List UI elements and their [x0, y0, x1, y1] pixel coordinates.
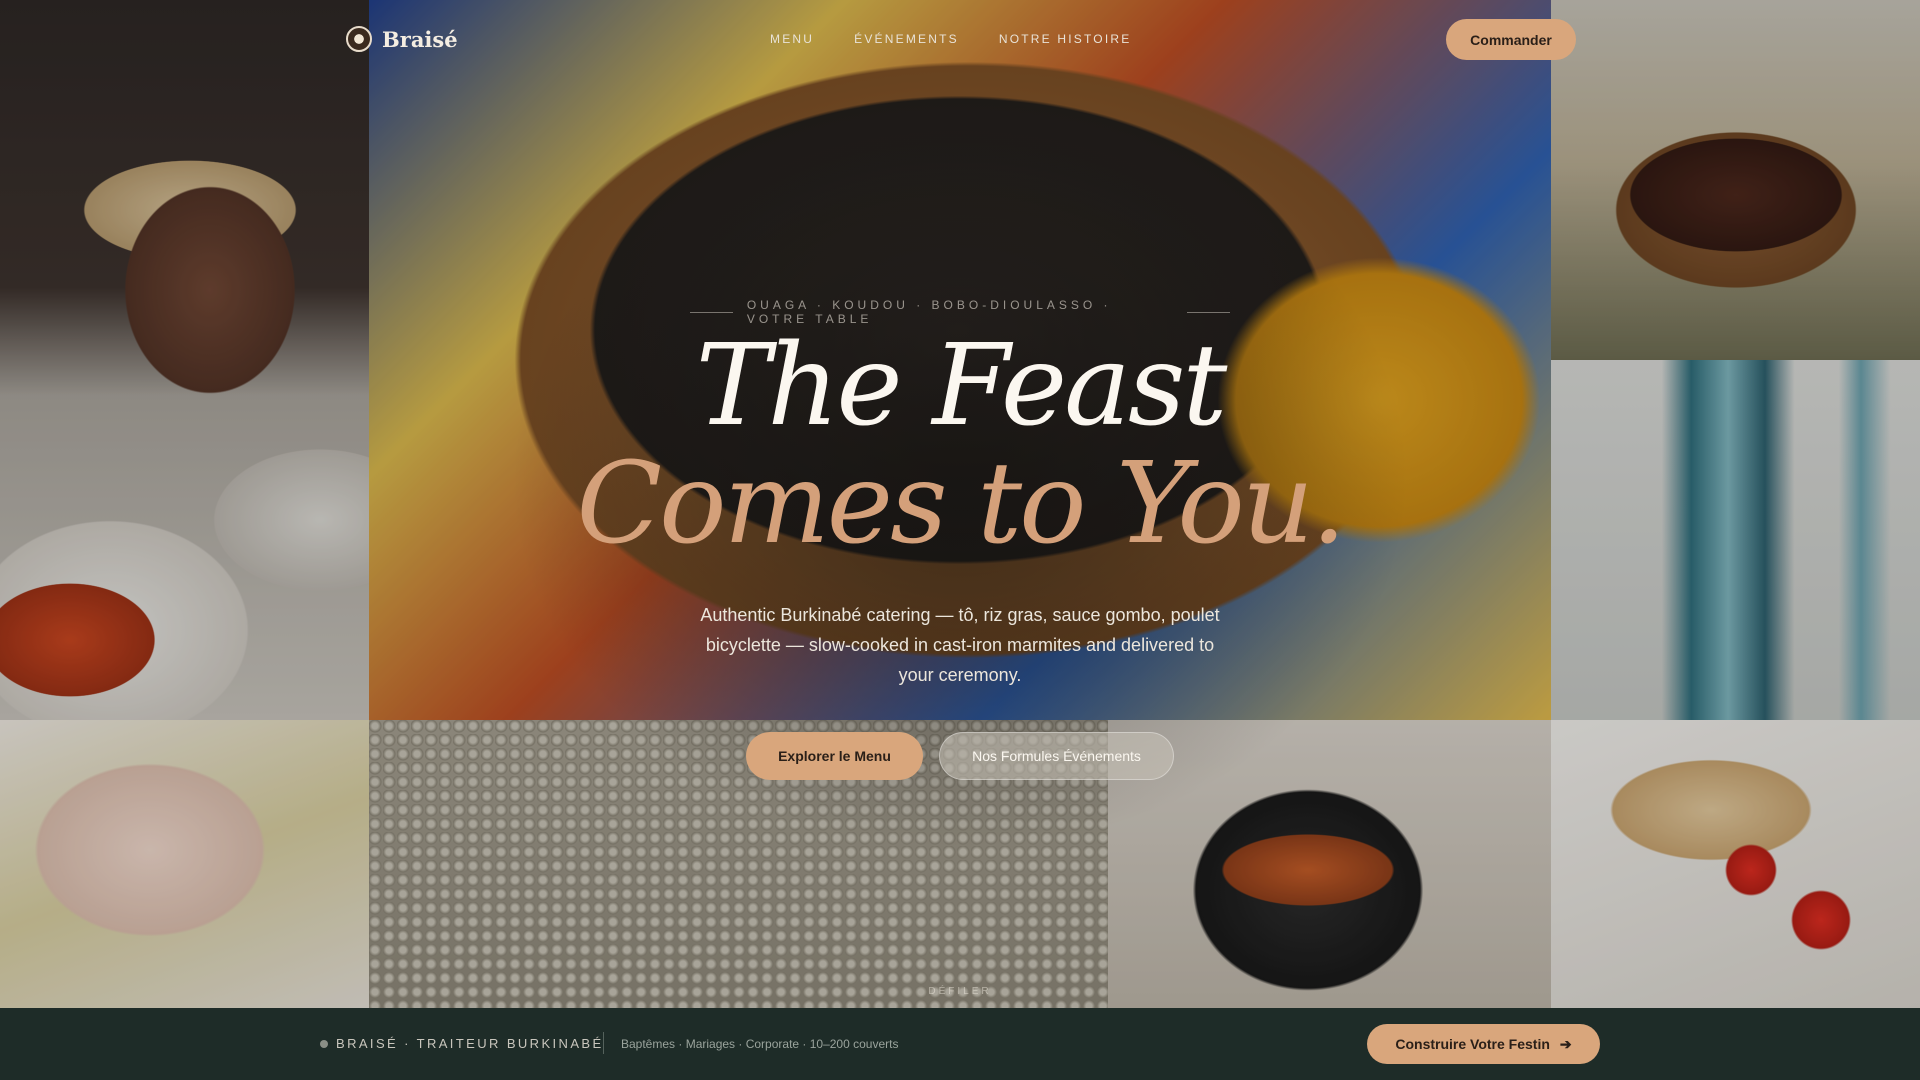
- logo-icon: [346, 26, 372, 52]
- bar-divider: [603, 1032, 604, 1054]
- nav-item-menu[interactable]: MENU: [770, 32, 814, 46]
- hero-description: Authentic Burkinabé catering — tô, riz g…: [700, 605, 1220, 685]
- eyebrow-rule-left: [690, 311, 733, 313]
- eyebrow-rule-right: [1187, 311, 1231, 313]
- bottom-bar: [0, 1008, 1920, 1080]
- nav-item-evenements[interactable]: ÉVÉNEMENTS: [854, 32, 959, 46]
- hero-title-line1: The Feast: [695, 321, 1228, 451]
- nav-item-notre-histoire[interactable]: NOTRE HISTOIRE: [999, 32, 1132, 46]
- build-feast-button[interactable]: Construire Votre Festin ➔: [1367, 1024, 1600, 1064]
- status-dot-icon: [320, 1039, 328, 1048]
- arrow-right-icon: ➔: [1559, 1035, 1572, 1052]
- brand-logo[interactable]: Braisé: [346, 26, 458, 52]
- event-packages-button[interactable]: Nos Formules Événements: [939, 732, 1174, 780]
- scroll-indicator[interactable]: DÉFILER: [900, 986, 1020, 997]
- bar-brand: BRAISÉ · TRAITEUR BURKINABÉ: [320, 1036, 604, 1051]
- build-feast-label: Construire Votre Festin: [1395, 1036, 1550, 1052]
- hero-title-line2: Comes to You.: [576, 439, 1346, 569]
- bar-brand-label: BRAISÉ · TRAITEUR BURKINABÉ: [336, 1036, 604, 1051]
- landing-page: Braisé MENU ÉVÉNEMENTS NOTRE HISTOIRE Co…: [0, 0, 1920, 1080]
- explore-menu-button[interactable]: Explorer le Menu: [746, 732, 923, 780]
- brand-name: Braisé: [382, 26, 458, 52]
- main-nav: MENU ÉVÉNEMENTS NOTRE HISTOIRE: [770, 32, 1131, 46]
- order-button[interactable]: Commander: [1446, 19, 1576, 60]
- event-tags: Baptêmes · Mariages · Corporate · 10–200…: [621, 1037, 899, 1051]
